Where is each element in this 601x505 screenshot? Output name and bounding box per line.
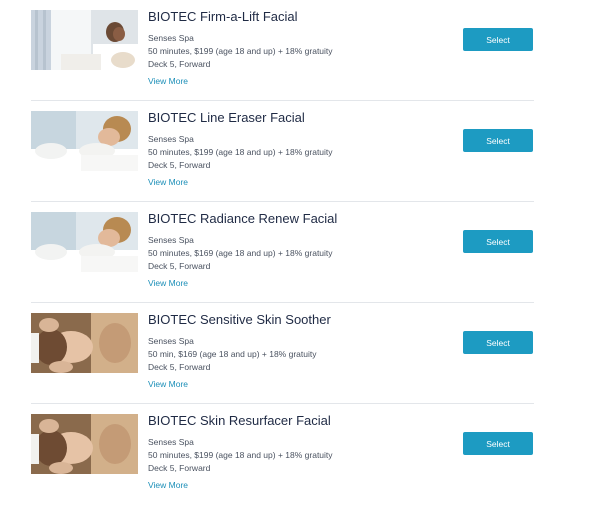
treatment-venue: Senses Spa: [148, 134, 194, 144]
treatment-title: BIOTEC Sensitive Skin Soother: [148, 312, 331, 327]
treatment-photo: [31, 313, 138, 373]
treatment-photo: [31, 10, 138, 70]
treatment-venue: Senses Spa: [148, 437, 194, 447]
select-button[interactable]: Select: [463, 331, 533, 354]
treatment-info: BIOTEC Sensitive Skin Soother Senses Spa…: [148, 311, 408, 392]
treatment-location: Deck 5, Forward: [148, 463, 211, 473]
treatment-info: BIOTEC Skin Resurfacer Facial Senses Spa…: [148, 412, 408, 493]
list-item: BIOTEC Line Eraser Facial Senses Spa 50 …: [31, 101, 534, 202]
treatment-location: Deck 5, Forward: [148, 261, 211, 271]
view-more-link[interactable]: View More: [148, 75, 188, 88]
treatment-venue: Senses Spa: [148, 336, 194, 346]
treatment-info: BIOTEC Line Eraser Facial Senses Spa 50 …: [148, 109, 408, 190]
treatment-venue: Senses Spa: [148, 33, 194, 43]
treatment-photo: [31, 212, 138, 272]
treatment-details: 50 minutes, $199 (age 18 and up) + 18% g…: [148, 46, 333, 56]
list-item: BIOTEC Radiance Renew Facial Senses Spa …: [31, 202, 534, 303]
treatment-details: 50 min, $169 (age 18 and up) + 18% gratu…: [148, 349, 317, 359]
treatment-title: BIOTEC Radiance Renew Facial: [148, 211, 338, 226]
treatment-location: Deck 5, Forward: [148, 59, 211, 69]
view-more-link[interactable]: View More: [148, 479, 188, 492]
treatment-details: 50 minutes, $169 (age 18 and up) + 18% g…: [148, 248, 333, 258]
treatment-details: 50 minutes, $199 (age 18 and up) + 18% g…: [148, 147, 333, 157]
select-button[interactable]: Select: [463, 28, 533, 51]
view-more-link[interactable]: View More: [148, 378, 188, 391]
treatment-photo: [31, 414, 138, 474]
select-button[interactable]: Select: [463, 432, 533, 455]
treatment-title: BIOTEC Line Eraser Facial: [148, 110, 305, 125]
list-item: BIOTEC Sensitive Skin Soother Senses Spa…: [31, 303, 534, 404]
treatment-list: BIOTEC Firm-a-Lift Facial Senses Spa 50 …: [31, 0, 534, 505]
treatment-photo: [31, 111, 138, 171]
treatment-venue: Senses Spa: [148, 235, 194, 245]
treatment-info: BIOTEC Radiance Renew Facial Senses Spa …: [148, 210, 408, 291]
select-button[interactable]: Select: [463, 230, 533, 253]
treatment-title: BIOTEC Skin Resurfacer Facial: [148, 413, 331, 428]
select-button[interactable]: Select: [463, 129, 533, 152]
treatment-title: BIOTEC Firm-a-Lift Facial: [148, 9, 298, 24]
list-item: BIOTEC Firm-a-Lift Facial Senses Spa 50 …: [31, 0, 534, 101]
view-more-link[interactable]: View More: [148, 176, 188, 189]
treatment-details: 50 minutes, $199 (age 18 and up) + 18% g…: [148, 450, 333, 460]
list-item: BIOTEC Skin Resurfacer Facial Senses Spa…: [31, 404, 534, 505]
view-more-link[interactable]: View More: [148, 277, 188, 290]
treatment-location: Deck 5, Forward: [148, 362, 211, 372]
treatment-location: Deck 5, Forward: [148, 160, 211, 170]
treatment-info: BIOTEC Firm-a-Lift Facial Senses Spa 50 …: [148, 8, 408, 89]
